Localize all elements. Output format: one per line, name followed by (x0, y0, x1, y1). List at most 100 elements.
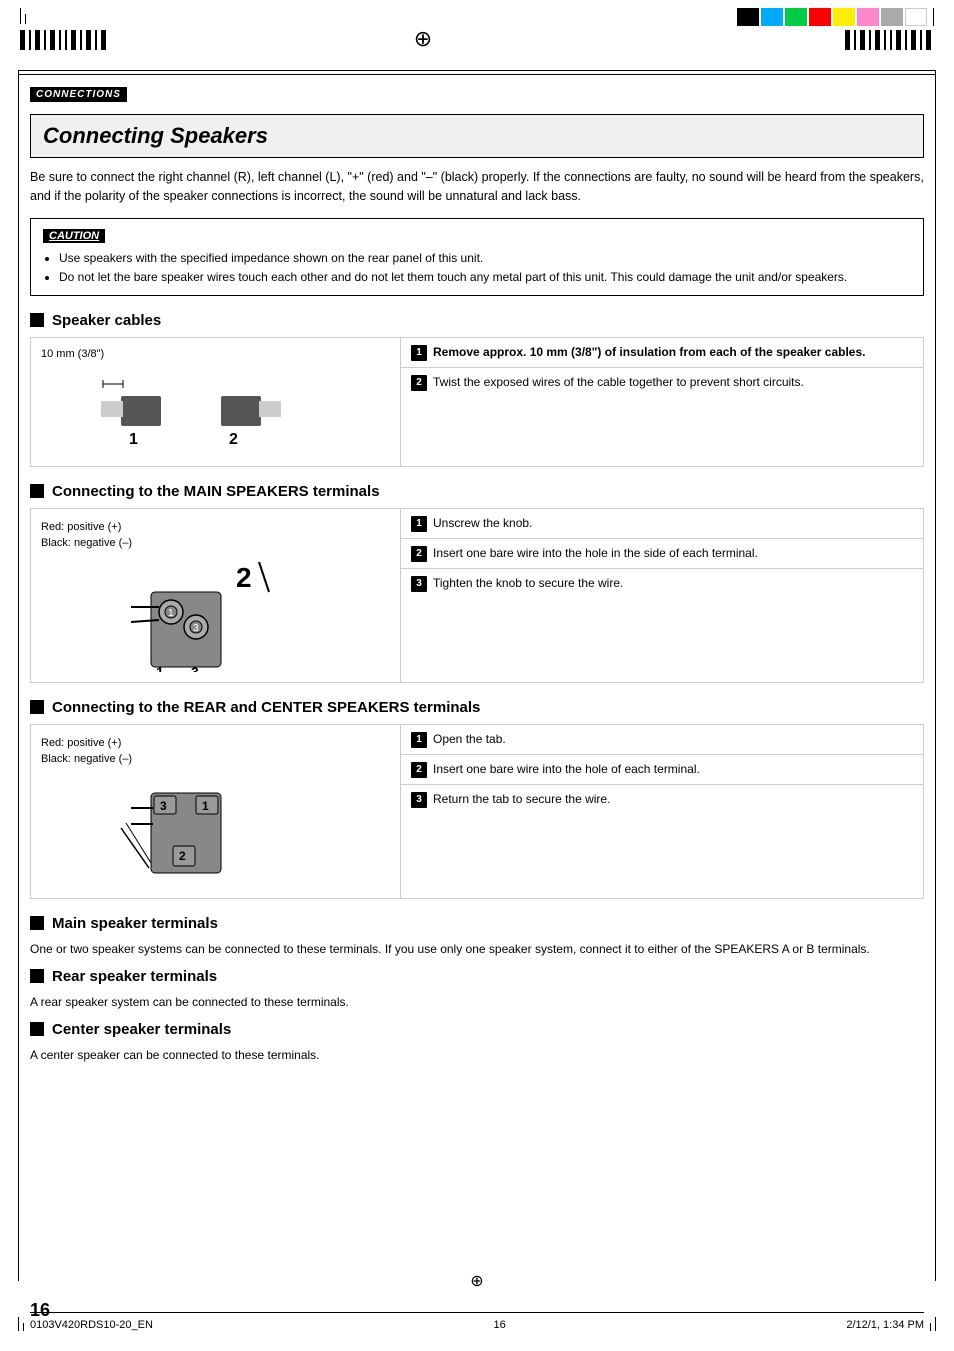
rear-step-num-2: 2 (411, 762, 427, 778)
rear-center-section: Red: positive (+) Black: negative (–) 1 … (30, 724, 924, 899)
red-label: Red: positive (+) (41, 519, 390, 536)
rear-step-1: 1 Open the tab. (401, 725, 923, 755)
caution-item-1: Use speakers with the specified impedanc… (59, 249, 911, 268)
barcode-left (20, 30, 109, 50)
top-left-decoration (20, 8, 109, 52)
speaker-cables-steps: 1 Remove approx. 10 mm (3/8") of insulat… (401, 338, 923, 466)
main-terminal-heading: Main speaker terminals (30, 915, 924, 932)
footer-right: 2/12/1, 1:34 PM (846, 1319, 924, 1331)
caution-item-2: Do not let the bare speaker wires touch … (59, 268, 911, 287)
svg-text:3: 3 (193, 623, 199, 634)
top-right-decoration (737, 8, 934, 50)
center-terminal-label: Center speaker terminals (52, 1021, 231, 1038)
top-bar: ⊕ (0, 0, 954, 70)
bottom-corner-right (930, 1317, 936, 1331)
page-title: Connecting Speakers (43, 123, 911, 149)
rear-terminal-labels: Red: positive (+) Black: negative (–) (41, 735, 390, 768)
left-border (18, 70, 19, 1281)
right-border (935, 70, 936, 1281)
rear-terminal-label: Rear speaker terminals (52, 968, 217, 985)
svg-text:1: 1 (202, 799, 209, 813)
cable-length-label: 10 mm (3/8") (41, 348, 390, 360)
rear-step-text-2: Insert one bare wire into the hole of ea… (433, 761, 913, 778)
center-terminal-text: A center speaker can be connected to the… (30, 1046, 924, 1064)
top-hline (18, 70, 936, 71)
center-terminal-desc: Center speaker terminals A center speake… (30, 1021, 924, 1064)
intro-text: Be sure to connect the right channel (R)… (30, 168, 924, 206)
rear-step-3: 3 Return the tab to secure the wire. (401, 785, 923, 814)
main-speakers-svg: 2 1 3 1 3 (41, 552, 341, 672)
step-text-1: Remove approx. 10 mm (3/8") of insulatio… (433, 344, 913, 361)
rear-step-num-1: 1 (411, 732, 427, 748)
rear-step-2: 2 Insert one bare wire into the hole of … (401, 755, 923, 785)
footer-hline (30, 1312, 924, 1313)
main-speakers-section: Red: positive (+) Black: negative (–) 2 (30, 508, 924, 683)
svg-text:2: 2 (179, 849, 186, 863)
section-title-box: Connecting Speakers (30, 114, 924, 158)
rear-step-text-3: Return the tab to secure the wire. (433, 791, 913, 808)
svg-text:1: 1 (129, 431, 138, 448)
caution-title: CAUTION (43, 229, 105, 243)
bottom-corner-left (18, 1317, 24, 1331)
cable-diagram-svg: 1 2 (41, 366, 321, 456)
color-palette (737, 8, 934, 26)
svg-text:1: 1 (168, 608, 174, 619)
main-step-text-2: Insert one bare wire into the hole in th… (433, 545, 913, 562)
step-1: 1 Remove approx. 10 mm (3/8") of insulat… (401, 338, 923, 368)
rear-red-label: Red: positive (+) (41, 735, 390, 752)
step-num-1: 1 (411, 345, 427, 361)
rear-center-label: Connecting to the REAR and CENTER SPEAKE… (52, 699, 480, 716)
page-number: 16 (30, 1300, 50, 1321)
rear-center-diagram: Red: positive (+) Black: negative (–) 1 … (31, 725, 401, 898)
top-center-decoration: ⊕ (414, 8, 432, 52)
page-footer: 0103V420RDS10-20_EN 16 2/12/1, 1:34 PM (0, 1312, 954, 1331)
bullet-icon-5 (30, 969, 44, 983)
svg-text:2: 2 (236, 562, 252, 593)
speaker-cables-section: 10 mm (3/8") 1 (30, 337, 924, 467)
footer-center-num: 16 (494, 1319, 506, 1331)
step-num-2: 2 (411, 375, 427, 391)
step-text-2: Twist the exposed wires of the cable tog… (433, 374, 913, 391)
rear-center-svg: 1 3 2 (41, 768, 341, 888)
main-terminal-labels: Red: positive (+) Black: negative (–) (41, 519, 390, 552)
main-terminal-desc: Main speaker terminals One or two speake… (30, 915, 924, 958)
rear-step-text-1: Open the tab. (433, 731, 913, 748)
connections-label: CONNECTIONS (30, 87, 127, 102)
main-terminal-text: One or two speaker systems can be connec… (30, 940, 924, 958)
bullet-icon-6 (30, 1022, 44, 1036)
speaker-cables-label: Speaker cables (52, 312, 161, 329)
caution-box: CAUTION Use speakers with the specified … (30, 218, 924, 296)
caution-list: Use speakers with the specified impedanc… (43, 249, 911, 287)
rear-center-steps: 1 Open the tab. 2 Insert one bare wire i… (401, 725, 923, 898)
main-step-num-3: 3 (411, 576, 427, 592)
bullet-icon-4 (30, 916, 44, 930)
svg-text:1: 1 (156, 664, 164, 672)
main-step-1: 1 Unscrew the knob. (401, 509, 923, 539)
main-content: CONNECTIONS Connecting Speakers Be sure … (0, 75, 954, 1100)
svg-text:3: 3 (160, 799, 167, 813)
speaker-cables-heading: Speaker cables (30, 312, 924, 329)
main-step-3: 3 Tighten the knob to secure the wire. (401, 569, 923, 598)
speaker-cables-diagram: 10 mm (3/8") 1 (31, 338, 401, 466)
svg-text:3: 3 (191, 664, 199, 672)
main-step-num-2: 2 (411, 546, 427, 562)
rear-black-label: Black: negative (–) (41, 751, 390, 768)
connections-bar: CONNECTIONS (30, 85, 924, 108)
rear-step-num-3: 3 (411, 792, 427, 808)
svg-text:2: 2 (229, 431, 238, 448)
barcode-right (845, 30, 934, 50)
main-step-text-3: Tighten the knob to secure the wire. (433, 575, 913, 592)
main-speakers-heading: Connecting to the MAIN SPEAKERS terminal… (30, 483, 924, 500)
main-step-num-1: 1 (411, 516, 427, 532)
black-label: Black: negative (–) (41, 535, 390, 552)
main-speakers-label: Connecting to the MAIN SPEAKERS terminal… (52, 483, 380, 500)
bullet-icon-2 (30, 484, 44, 498)
rear-terminal-desc: Rear speaker terminals A rear speaker sy… (30, 968, 924, 1011)
main-speakers-diagram: Red: positive (+) Black: negative (–) 2 (31, 509, 401, 682)
main-terminal-label: Main speaker terminals (52, 915, 218, 932)
step-2: 2 Twist the exposed wires of the cable t… (401, 368, 923, 397)
rear-center-heading: Connecting to the REAR and CENTER SPEAKE… (30, 699, 924, 716)
center-terminal-heading: Center speaker terminals (30, 1021, 924, 1038)
rear-terminal-heading: Rear speaker terminals (30, 968, 924, 985)
footer-content: 0103V420RDS10-20_EN 16 2/12/1, 1:34 PM (30, 1319, 924, 1331)
